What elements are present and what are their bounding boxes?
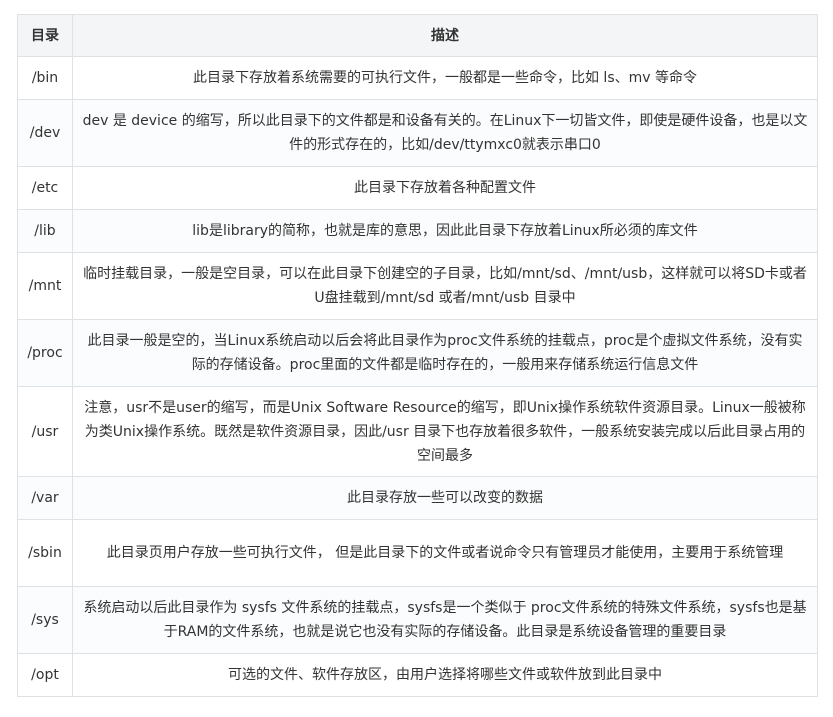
dir-cell: /usr [17, 386, 73, 477]
dir-cell: /dev [17, 99, 73, 167]
header-directory: 目录 [17, 14, 73, 57]
dir-cell: /sbin [17, 519, 73, 587]
directory-table: 目录 描述 /bin 此目录下存放着系统需要的可执行文件，一般都是一些命令，比如… [17, 14, 818, 697]
table-row: /usr 注意，usr不是user的缩写，而是Unix Software Res… [17, 386, 818, 477]
table-row: /bin 此目录下存放着系统需要的可执行文件，一般都是一些命令，比如 ls、mv… [17, 56, 818, 100]
table-row: /proc 此目录一般是空的，当Linux系统启动以后会将此目录作为proc文件… [17, 319, 818, 387]
table-row: /mnt 临时挂载目录，一般是空目录，可以在此目录下创建空的子目录，比如/mnt… [17, 252, 818, 320]
desc-cell: 此目录下存放着各种配置文件 [72, 166, 818, 210]
dir-cell: /lib [17, 209, 73, 253]
desc-cell: 注意，usr不是user的缩写，而是Unix Software Resource… [72, 386, 818, 477]
desc-cell: dev 是 device 的缩写，所以此目录下的文件都是和设备有关的。在Linu… [72, 99, 818, 167]
dir-cell: /proc [17, 319, 73, 387]
table-row: /etc 此目录下存放着各种配置文件 [17, 166, 818, 210]
table-row: /opt 可选的文件、软件存放区，由用户选择将哪些文件或软件放到此目录中 [17, 653, 818, 697]
dir-cell: /sys [17, 586, 73, 654]
desc-cell: 此目录存放一些可以改变的数据 [72, 476, 818, 520]
dir-cell: /opt [17, 653, 73, 697]
table-row: /sbin 此目录页用户存放一些可执行文件， 但是此目录下的文件或者说命令只有管… [17, 519, 818, 587]
table-row: /dev dev 是 device 的缩写，所以此目录下的文件都是和设备有关的。… [17, 99, 818, 167]
desc-cell: lib是library的简称，也就是库的意思，因此此目录下存放着Linux所必须… [72, 209, 818, 253]
table-row: /sys 系统启动以后此目录作为 sysfs 文件系统的挂载点，sysfs是一个… [17, 586, 818, 654]
dir-cell: /var [17, 476, 73, 520]
table-row: /var 此目录存放一些可以改变的数据 [17, 476, 818, 520]
table-header-row: 目录 描述 [17, 14, 818, 57]
desc-cell: 可选的文件、软件存放区，由用户选择将哪些文件或软件放到此目录中 [72, 653, 818, 697]
directory-table-container: 目录 描述 /bin 此目录下存放着系统需要的可执行文件，一般都是一些命令，比如… [17, 14, 818, 697]
dir-cell: /etc [17, 166, 73, 210]
desc-cell: 此目录页用户存放一些可执行文件， 但是此目录下的文件或者说命令只有管理员才能使用… [72, 519, 818, 587]
desc-cell: 此目录下存放着系统需要的可执行文件，一般都是一些命令，比如 ls、mv 等命令 [72, 56, 818, 100]
desc-cell: 此目录一般是空的，当Linux系统启动以后会将此目录作为proc文件系统的挂载点… [72, 319, 818, 387]
desc-cell: 系统启动以后此目录作为 sysfs 文件系统的挂载点，sysfs是一个类似于 p… [72, 586, 818, 654]
desc-cell: 临时挂载目录，一般是空目录，可以在此目录下创建空的子目录，比如/mnt/sd、/… [72, 252, 818, 320]
table-row: /lib lib是library的简称，也就是库的意思，因此此目录下存放着Lin… [17, 209, 818, 253]
dir-cell: /bin [17, 56, 73, 100]
header-description: 描述 [72, 14, 818, 57]
dir-cell: /mnt [17, 252, 73, 320]
